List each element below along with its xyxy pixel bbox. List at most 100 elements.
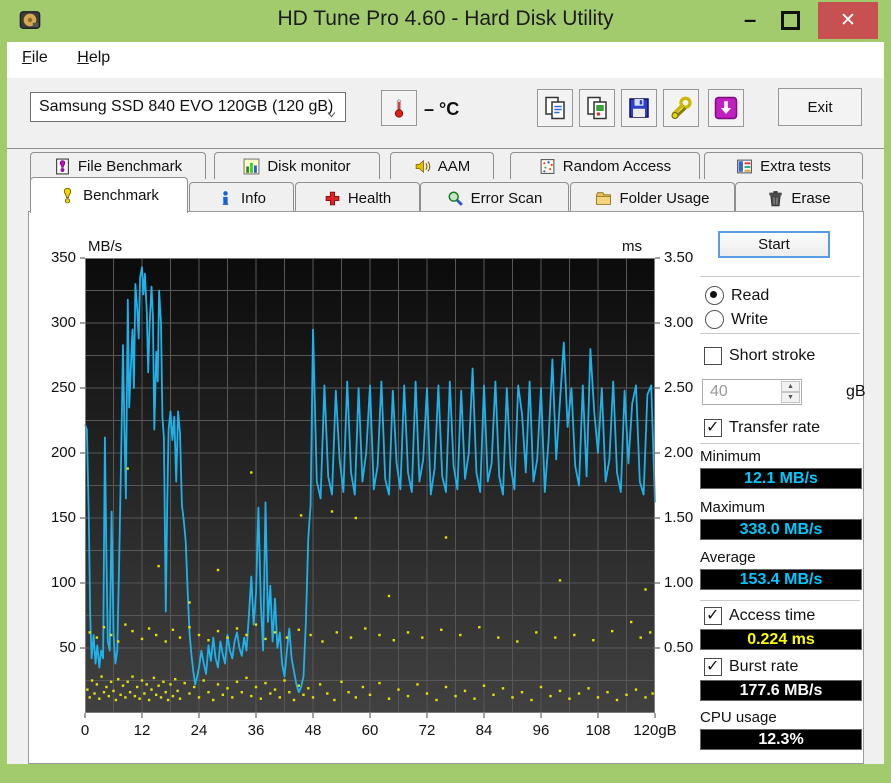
stepper-value: 40 <box>710 383 728 400</box>
tab-label: Extra tests <box>760 157 831 175</box>
x-tick-label: 72 <box>418 722 436 739</box>
transfer-rate-label: Transfer rate <box>729 419 820 436</box>
panel-separator <box>700 600 860 602</box>
erase-icon <box>767 190 784 207</box>
y-left-tick-label: 100 <box>50 574 76 591</box>
x-tick-label: 12 <box>133 722 151 739</box>
disk-monitor-icon <box>243 158 260 175</box>
tab-label: Folder Usage <box>619 189 710 207</box>
menu-help[interactable]: Help <box>77 49 110 67</box>
x-tick-label: 48 <box>304 722 322 739</box>
y-left-tick-label: 150 <box>50 509 76 526</box>
read-radio-label: Read <box>731 286 770 304</box>
options-button[interactable] <box>663 89 699 127</box>
checkbox-box <box>704 605 722 625</box>
tab-random-access[interactable]: Random Access <box>510 152 700 179</box>
drive-select[interactable]: Samsung SSD 840 EVO 120GB (120 gB) <box>30 92 346 122</box>
write-radio[interactable]: Write <box>705 310 768 329</box>
toolbar-separator <box>7 148 884 149</box>
tab-error-scan[interactable]: Error Scan <box>420 182 569 213</box>
minimize-button[interactable]: – <box>744 9 764 31</box>
exit-button[interactable]: Exit <box>778 88 862 126</box>
drive-select-value: Samsung SSD 840 EVO 120GB (120 gB) <box>39 98 334 115</box>
y-right-tick-label: 3.00 <box>664 314 694 331</box>
tab-label: Error Scan <box>470 189 543 207</box>
x-tick-label: 36 <box>247 722 265 739</box>
copy-image-icon <box>585 96 609 120</box>
options-icon <box>669 96 693 120</box>
x-tick-label: 60 <box>361 722 379 739</box>
panel-separator <box>700 333 860 335</box>
menu-file[interactable]: File <box>22 49 48 67</box>
y-left-tick-label: 50 <box>59 639 76 656</box>
copy-text-button[interactable] <box>537 89 573 127</box>
tab-benchmark[interactable]: Benchmark <box>30 177 188 213</box>
tab-label: Random Access <box>562 157 672 175</box>
y-left-tick-label: 200 <box>50 444 76 461</box>
hd-tune-window: { "window": { "title": "HD Tune Pro 4.60… <box>0 0 891 783</box>
stepper-up-icon[interactable]: ▲ <box>781 381 800 392</box>
access-time-value: 0.224 ms <box>700 629 862 650</box>
start-button[interactable]: Start <box>718 231 830 258</box>
stepper-down-icon[interactable]: ▼ <box>781 392 800 403</box>
tab-extra-tests[interactable]: Extra tests <box>704 152 863 179</box>
tab-folder-usage[interactable]: Folder Usage <box>570 182 735 213</box>
tab-disk-monitor[interactable]: Disk monitor <box>214 152 380 179</box>
menu-bar: File Help <box>7 42 884 78</box>
benchmark-chart <box>80 257 660 718</box>
maximize-button[interactable] <box>781 11 800 30</box>
temperature-button[interactable] <box>381 90 417 126</box>
chevron-down-icon <box>326 102 337 118</box>
tab-label: Benchmark <box>83 187 159 204</box>
tab-info[interactable]: Info <box>189 182 294 213</box>
burst-rate-checkbox[interactable]: Burst rate <box>704 656 799 676</box>
y-left-tick-label: 250 <box>50 379 76 396</box>
short-stroke-checkbox[interactable]: Short stroke <box>704 347 815 365</box>
short-stroke-label: Short stroke <box>729 347 816 364</box>
tab-label: AAM <box>437 157 471 175</box>
burst-rate-label: Burst rate <box>729 658 799 675</box>
error-scan-icon <box>447 190 464 207</box>
access-time-label: Access time <box>729 607 816 624</box>
panel-separator <box>700 276 860 278</box>
x-tick-label: 120gB <box>633 722 677 739</box>
health-icon <box>324 190 341 207</box>
file-benchmark-icon <box>54 158 71 175</box>
x-tick-label: 84 <box>475 722 493 739</box>
close-button[interactable]: ✕ <box>818 2 878 39</box>
minimum-label: Minimum <box>700 448 761 465</box>
x-tick-label: 0 <box>80 722 90 739</box>
copy-image-button[interactable] <box>579 89 615 127</box>
tab-erase[interactable]: Erase <box>735 182 863 213</box>
copy-icon <box>543 96 567 120</box>
x-tick-label: 96 <box>532 722 550 739</box>
download-icon <box>714 96 738 120</box>
y-left-tick-label: 350 <box>50 249 76 266</box>
thermometer-icon <box>389 95 409 121</box>
benchmark-icon <box>59 187 76 204</box>
tab-file-benchmark[interactable]: File Benchmark <box>30 152 206 179</box>
download-button[interactable] <box>708 89 744 127</box>
tab-label: File Benchmark <box>77 157 183 175</box>
tab-label: Disk monitor <box>267 157 351 175</box>
average-label: Average <box>700 549 756 566</box>
checkbox-box <box>704 656 722 676</box>
random-access-icon <box>539 158 556 175</box>
burst-rate-value: 177.6 MB/s <box>700 680 862 701</box>
transfer-rate-checkbox[interactable]: Transfer rate <box>704 417 820 437</box>
access-time-checkbox[interactable]: Access time <box>704 605 816 625</box>
read-radio[interactable]: Read <box>705 286 769 305</box>
size-unit-label: gB <box>846 383 866 400</box>
x-tick-label: 24 <box>190 722 208 739</box>
radio-dot <box>705 286 724 305</box>
y-right-tick-label: 3.50 <box>664 249 694 266</box>
short-stroke-size-stepper[interactable]: 40 ▲ ▼ <box>702 379 802 405</box>
tab-health[interactable]: Health <box>295 182 420 213</box>
radio-dot <box>705 310 724 329</box>
folder-usage-icon <box>595 190 612 207</box>
tab-aam[interactable]: AAM <box>390 152 494 179</box>
extra-tests-icon <box>736 158 753 175</box>
save-button[interactable] <box>621 89 657 127</box>
status-bar <box>0 764 891 783</box>
cpu-usage-label: CPU usage <box>700 709 777 726</box>
